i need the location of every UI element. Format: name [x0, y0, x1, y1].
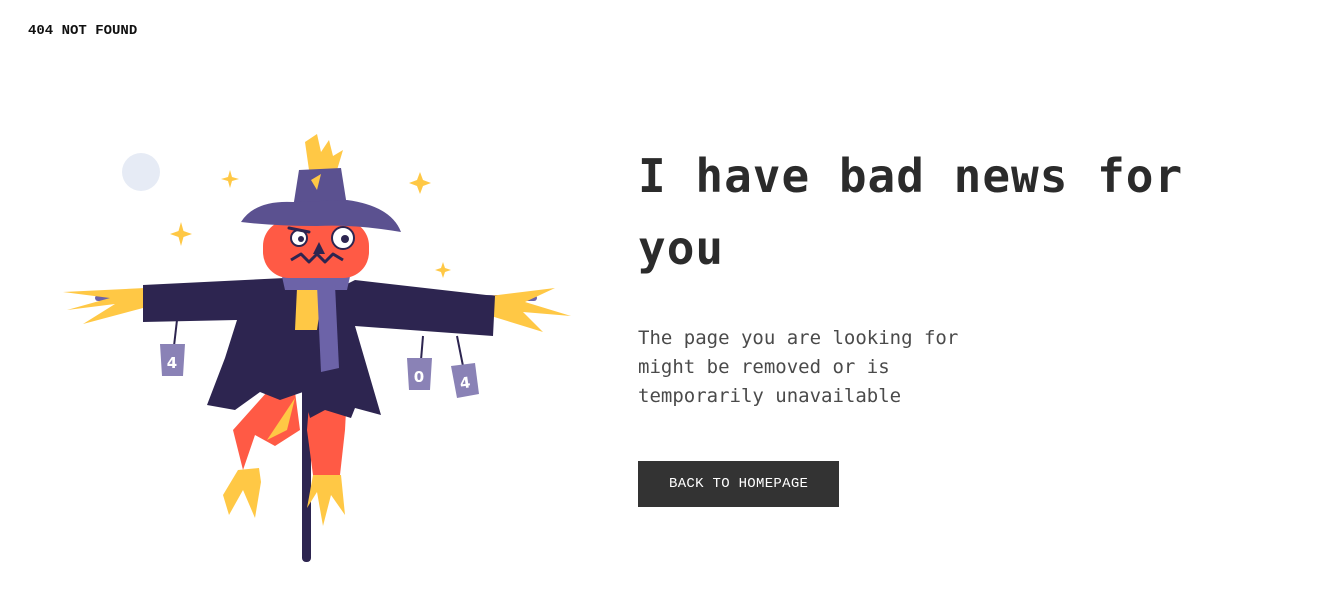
right-hand-straw	[490, 288, 571, 332]
back-to-homepage-button[interactable]: BACK TO HOMEPAGE	[638, 461, 840, 507]
can-left: 4	[160, 319, 185, 376]
svg-text:4: 4	[167, 354, 177, 372]
can-middle: 0	[407, 335, 432, 390]
scarecrow-legs	[223, 392, 347, 526]
scarecrow-illustration: 4 0 4	[63, 134, 571, 562]
error-description: The page you are looking for might be re…	[638, 327, 959, 407]
left-hand-straw	[63, 288, 145, 324]
page-title: I have bad news for you	[638, 149, 1184, 275]
scarecrow-head	[263, 220, 369, 278]
moon-icon	[122, 153, 160, 191]
can-right: 4	[451, 335, 479, 398]
page-status-label: 404 NOT FOUND	[28, 23, 138, 39]
svg-text:0: 0	[414, 368, 424, 386]
scarecrow-hat	[241, 134, 401, 232]
error-content: I have bad news for you The page you are…	[638, 140, 1258, 507]
